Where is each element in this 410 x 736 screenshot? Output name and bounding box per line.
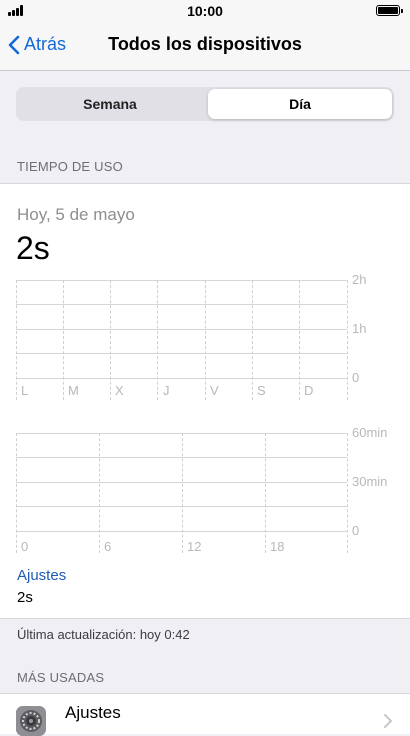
status-bar: 10:00 — [0, 0, 410, 22]
weekly-x-label: M — [68, 383, 79, 398]
weekly-x-label: V — [210, 383, 219, 398]
hourly-x-label: 12 — [187, 539, 202, 554]
settings-app-icon — [16, 706, 46, 736]
app-usage-link[interactable]: Ajustes — [17, 567, 66, 584]
hourly-grid — [16, 433, 348, 553]
hourly-y-label: 0 — [352, 523, 360, 538]
usage-card: Hoy, 5 de mayo 2s 2h 1h 0 L M X J V S D — [0, 183, 410, 619]
segment-area: Semana Día — [0, 71, 410, 137]
hourly-usage-chart: 60min 30min 0 0 6 12 18 — [0, 425, 410, 554]
battery-icon — [376, 5, 403, 16]
weekly-x-label: D — [304, 383, 314, 398]
segment-day[interactable]: Día — [208, 89, 392, 119]
hourly-x-label: 18 — [270, 539, 285, 554]
most-used-header: MÁS USADAS — [17, 670, 105, 685]
weekly-y-label: 2h — [352, 272, 367, 287]
hourly-y-label: 60min — [352, 425, 388, 440]
hourly-x-label: 0 — [21, 539, 29, 554]
weekly-x-label: J — [163, 383, 170, 398]
weekly-x-label: L — [21, 383, 29, 398]
hourly-y-label: 30min — [352, 474, 388, 489]
navigation-bar: Atrás Todos los dispositivos — [0, 22, 410, 71]
segmented-control: Semana Día — [16, 87, 394, 121]
status-time: 10:00 — [187, 3, 223, 19]
weekly-grid — [16, 280, 348, 400]
weekly-x-label: X — [115, 383, 124, 398]
weekly-y-label: 0 — [352, 370, 360, 385]
usage-section-header: TIEMPO DE USO — [17, 159, 123, 174]
weekly-x-label: S — [257, 383, 266, 398]
most-used-row[interactable]: Ajustes — [0, 693, 410, 736]
chevron-right-icon — [384, 714, 392, 728]
hourly-x-label: 6 — [104, 539, 112, 554]
most-used-app-name: Ajustes — [65, 703, 121, 722]
page-title: Todos los dispositivos — [108, 34, 302, 54]
usage-date: Hoy, 5 de mayo — [17, 205, 135, 224]
last-update-text: Última actualización: hoy 0:42 — [17, 627, 190, 642]
app-usage-time: 2s — [17, 589, 33, 606]
weekly-usage-chart: 2h 1h 0 L M X J V S D — [0, 272, 410, 400]
weekly-y-label: 1h — [352, 321, 367, 336]
usage-total: 2s — [16, 230, 50, 266]
segment-week[interactable]: Semana — [18, 89, 202, 119]
